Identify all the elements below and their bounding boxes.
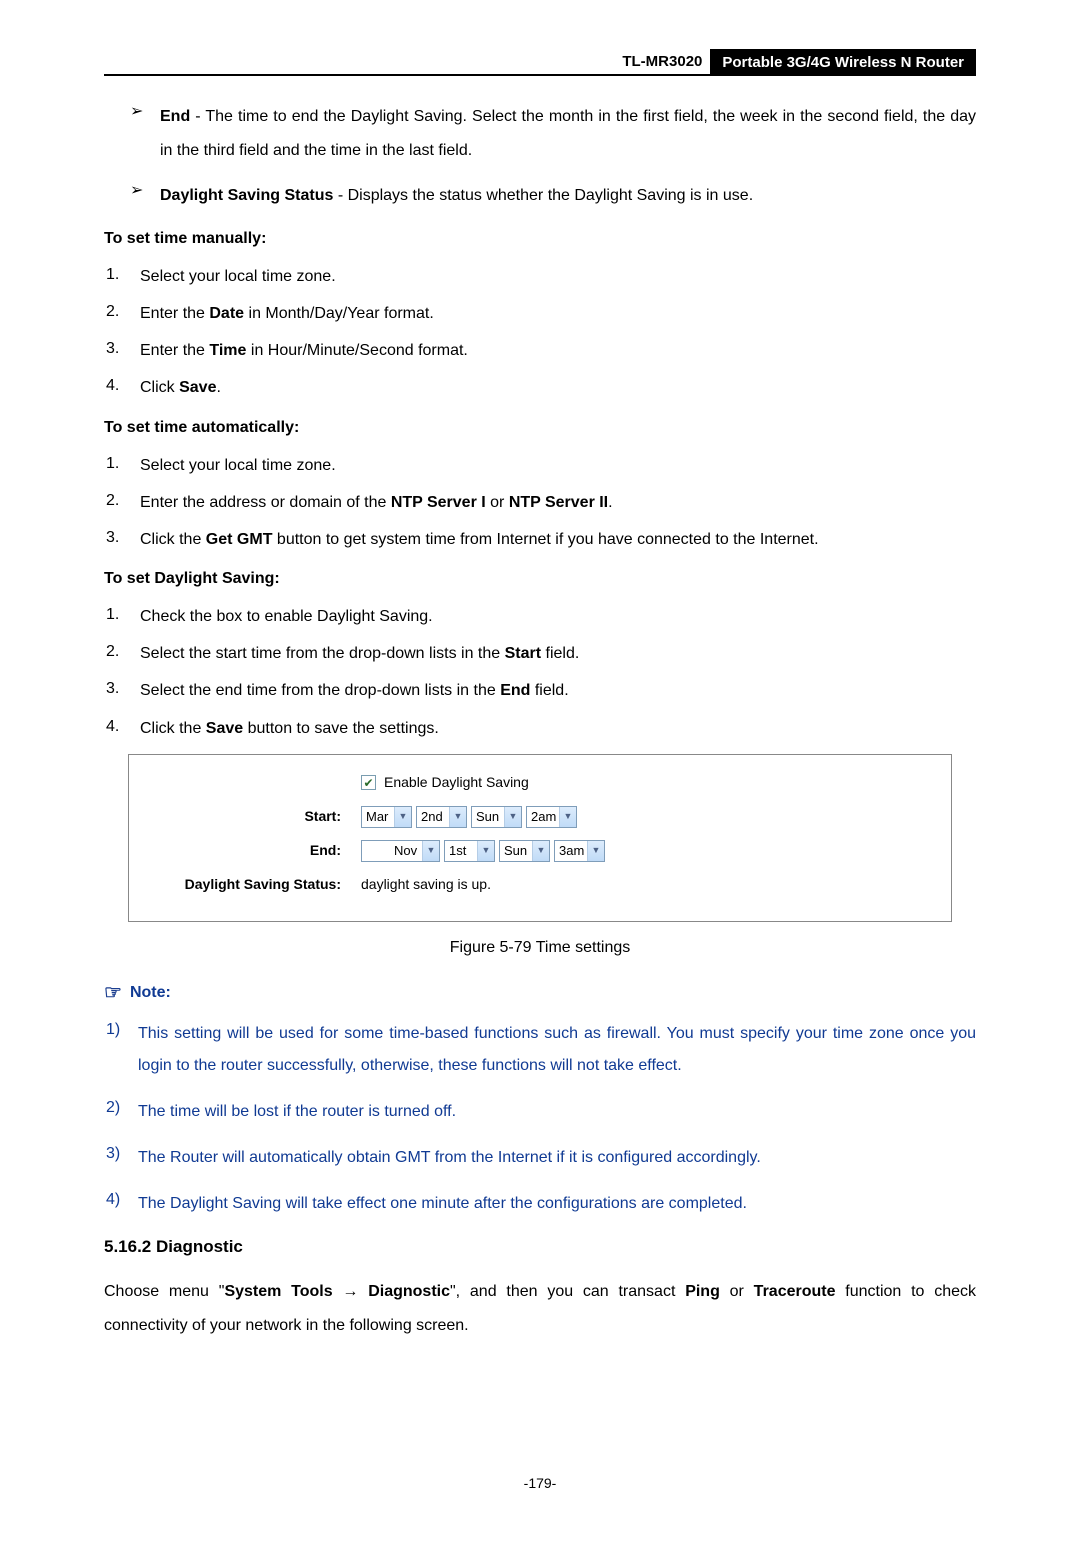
chevron-down-icon: ▼: [449, 807, 466, 827]
manual-heading: To set time manually:: [104, 227, 976, 251]
bullet-marker-icon: ➢: [130, 179, 160, 213]
time-settings-figure: ✔ Enable Daylight Saving Start: Mar▼ 2nd…: [128, 754, 952, 922]
note-text: The time will be lost if the router is t…: [138, 1096, 976, 1128]
note-text: The Router will automatically obtain GMT…: [138, 1142, 976, 1174]
doc-header: TL-MR3020 Portable 3G/4G Wireless N Rout…: [104, 50, 976, 76]
end-week-dropdown[interactable]: 1st▼: [444, 840, 495, 862]
figure-caption: Figure 5-79 Time settings: [104, 936, 976, 960]
start-label: Start:: [129, 806, 361, 827]
list-item: Select the end time from the drop-down l…: [140, 677, 976, 704]
start-time-dropdown[interactable]: 2am▼: [526, 806, 577, 828]
note-text: This setting will be used for some time-…: [138, 1018, 976, 1082]
list-item: Enter the address or domain of the NTP S…: [140, 489, 976, 516]
diagnostic-paragraph: Choose menu "System Tools → Diagnostic",…: [104, 1275, 976, 1342]
bullet-dss-text: Daylight Saving Status - Displays the st…: [160, 179, 976, 213]
dst-heading: To set Daylight Saving:: [104, 567, 976, 591]
start-month-dropdown[interactable]: Mar▼: [361, 806, 412, 828]
diagnostic-heading: 5.16.2 Diagnostic: [104, 1234, 976, 1260]
list-item: Select your local time zone.: [140, 452, 976, 479]
auto-heading: To set time automatically:: [104, 416, 976, 440]
note-heading: ☞ Note:: [104, 978, 976, 1008]
chevron-down-icon: ▼: [422, 841, 439, 861]
chevron-down-icon: ▼: [477, 841, 494, 861]
list-item: Select your local time zone.: [140, 263, 976, 290]
list-item: Click the Save button to save the settin…: [140, 715, 976, 742]
list-item: Enter the Date in Month/Day/Year format.: [140, 300, 976, 327]
list-item: Click the Get GMT button to get system t…: [140, 526, 976, 553]
end-month-dropdown[interactable]: Nov▼: [361, 840, 440, 862]
list-item: Click Save.: [140, 374, 976, 401]
chevron-down-icon: ▼: [559, 807, 576, 827]
status-label: Daylight Saving Status:: [129, 874, 361, 895]
start-day-dropdown[interactable]: Sun▼: [471, 806, 522, 828]
list-item: Enter the Time in Hour/Minute/Second for…: [140, 337, 976, 364]
bullet-dss: ➢ Daylight Saving Status - Displays the …: [104, 179, 976, 213]
chevron-down-icon: ▼: [532, 841, 549, 861]
end-day-dropdown[interactable]: Sun▼: [499, 840, 550, 862]
bullet-end: ➢ End - The time to end the Daylight Sav…: [104, 100, 976, 167]
chevron-down-icon: ▼: [504, 807, 521, 827]
end-time-dropdown[interactable]: 3am▼: [554, 840, 605, 862]
daylight-saving-label: Enable Daylight Saving: [384, 772, 529, 793]
chevron-down-icon: ▼: [587, 841, 604, 861]
bullet-marker-icon: ➢: [130, 100, 160, 167]
hand-icon: ☞: [104, 978, 122, 1008]
list-item: Check the box to enable Daylight Saving.: [140, 603, 976, 630]
bullet-end-text: End - The time to end the Daylight Savin…: [160, 100, 976, 167]
status-value: daylight saving is up.: [361, 874, 491, 895]
note-text: The Daylight Saving will take effect one…: [138, 1188, 976, 1220]
model-number: TL-MR3020: [614, 48, 710, 77]
doc-title: Portable 3G/4G Wireless N Router: [710, 49, 976, 75]
start-week-dropdown[interactable]: 2nd▼: [416, 806, 467, 828]
chevron-down-icon: ▼: [394, 807, 411, 827]
list-item: Select the start time from the drop-down…: [140, 640, 976, 667]
end-label: End:: [129, 840, 361, 861]
daylight-saving-checkbox[interactable]: ✔: [361, 775, 376, 790]
page-number: -179-: [104, 1473, 976, 1494]
